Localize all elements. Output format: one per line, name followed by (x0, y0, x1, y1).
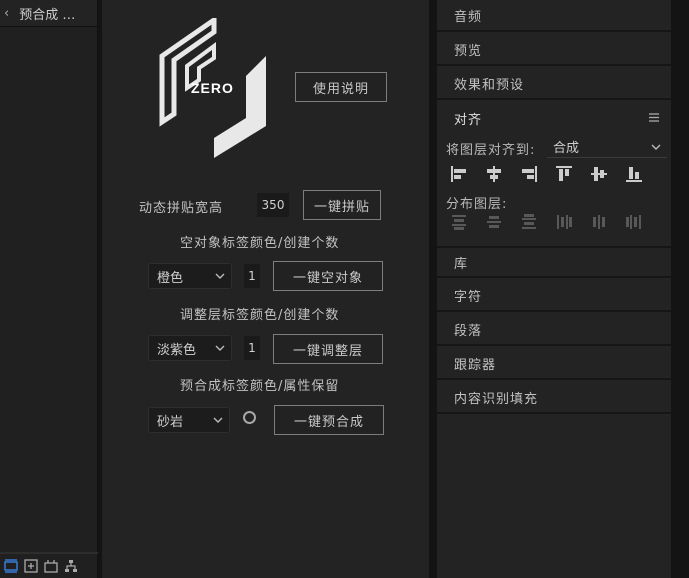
panel-character[interactable]: 字符 (437, 280, 671, 312)
adj-count-field[interactable]: 1 (244, 336, 260, 360)
align-layers-to-label: 将图层对齐到: (446, 143, 536, 158)
distribute-buttons-row (449, 212, 644, 232)
null-color-value: 橙色 (157, 270, 184, 286)
precomp-color-select[interactable]: 砂岩 (148, 407, 230, 433)
new-composition-icon[interactable] (44, 559, 58, 573)
panel-divider-right[interactable] (429, 0, 437, 578)
panel-audio[interactable]: 音频 (437, 0, 671, 32)
align-buttons-row (449, 164, 644, 184)
project-toolbar (0, 552, 101, 578)
panel-tracker[interactable]: 跟踪器 (437, 348, 671, 380)
distribute-top-icon[interactable] (449, 212, 469, 232)
panel-preview[interactable]: 预览 (437, 34, 671, 66)
interpret-footage-icon[interactable] (4, 559, 18, 573)
new-folder-icon[interactable] (24, 559, 38, 573)
zero-script-panel: ZERO 使用说明 动态拼贴宽高 350 一键拼贴 空对象标签颜色/创建个数 橙… (102, 0, 429, 578)
chevron-down-icon (215, 345, 225, 351)
panel-effects-presets[interactable]: 效果和预设 (437, 68, 671, 100)
chevron-down-icon (651, 144, 661, 150)
panel-content-aware-fill[interactable]: 内容识别填充 (437, 382, 671, 414)
align-title: 对齐 (454, 112, 483, 128)
tile-size-label: 动态拼贴宽高 (139, 201, 224, 216)
panel-paragraph[interactable]: 段落 (437, 314, 671, 346)
project-panel: ‹ 预合成 … (0, 0, 101, 578)
tile-size-field[interactable]: 350 (257, 193, 289, 217)
distribute-right-icon[interactable] (624, 212, 644, 232)
distribute-layers-label: 分布图层: (446, 197, 508, 212)
align-to-value: 合成 (553, 141, 580, 156)
chevron-down-icon (215, 273, 225, 279)
back-chevron-icon[interactable]: ‹ (4, 6, 9, 21)
keep-attributes-radio[interactable] (243, 411, 256, 424)
align-horizontal-center-icon[interactable] (484, 164, 504, 184)
align-bottom-icon[interactable] (624, 164, 644, 184)
null-count-field[interactable]: 1 (244, 264, 260, 288)
one-click-adjustment-button[interactable]: 一键调整层 (273, 334, 383, 364)
null-color-select[interactable]: 橙色 (148, 263, 232, 289)
precomp-label: 预合成标签颜色/属性保留 (180, 379, 340, 394)
right-panel-stack: 音频 预览 效果和预设 对齐 将图层对齐到: 合成 分布图层: 库 字符 段落 … (437, 0, 671, 578)
align-top-icon[interactable] (554, 164, 574, 184)
one-click-tile-button[interactable]: 一键拼贴 (303, 190, 381, 220)
distribute-left-icon[interactable] (554, 212, 574, 232)
distribute-horizontal-center-icon[interactable] (589, 212, 609, 232)
chevron-down-icon (213, 417, 223, 423)
distribute-vertical-center-icon[interactable] (484, 212, 504, 232)
zero-logo: ZERO (159, 18, 266, 158)
adj-color-value: 淡紫色 (157, 342, 197, 358)
one-click-null-button[interactable]: 一键空对象 (273, 261, 383, 291)
align-left-icon[interactable] (449, 164, 469, 184)
align-right-icon[interactable] (519, 164, 539, 184)
help-button[interactable]: 使用说明 (295, 72, 387, 102)
adj-color-select[interactable]: 淡紫色 (148, 335, 232, 361)
precomp-color-value: 砂岩 (157, 414, 184, 430)
panel-tab-title[interactable]: 预合成 … (19, 4, 75, 23)
panel-align-header[interactable]: 对齐 (437, 102, 671, 134)
project-panel-header: ‹ 预合成 … (0, 0, 97, 27)
right-edge-divider (671, 0, 689, 578)
adjustment-layer-label: 调整层标签颜色/创建个数 (180, 308, 340, 323)
null-object-label: 空对象标签颜色/创建个数 (180, 236, 340, 251)
align-to-select[interactable]: 合成 (547, 136, 667, 158)
panel-menu-icon[interactable] (649, 113, 659, 122)
distribute-bottom-icon[interactable] (519, 212, 539, 232)
panel-library[interactable]: 库 (437, 246, 671, 278)
one-click-precomp-button[interactable]: 一键预合成 (274, 405, 384, 435)
flowchart-icon[interactable] (64, 559, 78, 573)
align-vertical-center-icon[interactable] (589, 164, 609, 184)
svg-text:ZERO: ZERO (191, 80, 234, 96)
